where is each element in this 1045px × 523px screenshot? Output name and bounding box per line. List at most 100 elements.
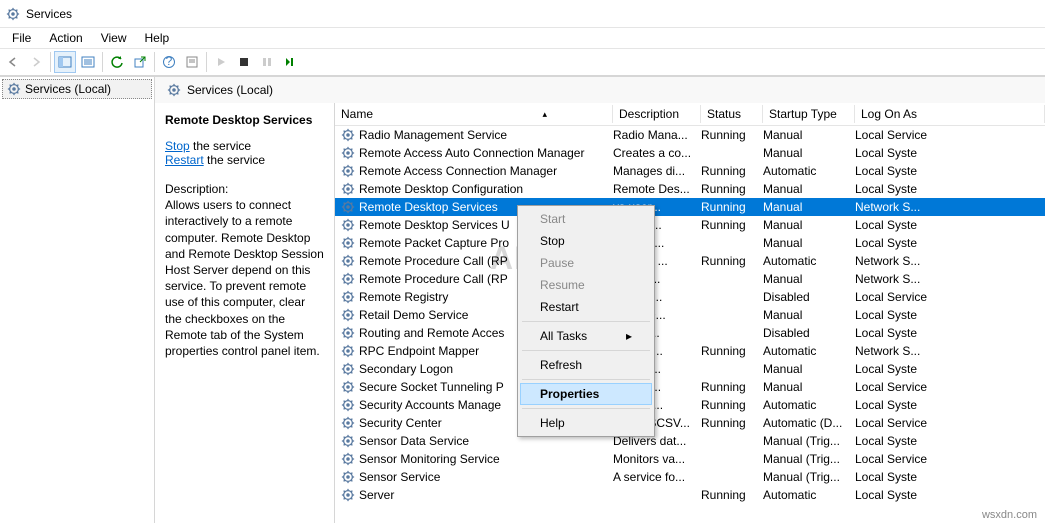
table-row[interactable]: Remote Desktop ConfigurationRemote Des..… [335, 180, 1045, 198]
description-label: Description: [165, 181, 324, 197]
service-status: Running [701, 380, 763, 394]
help-button[interactable]: ? [158, 51, 180, 73]
menu-restart[interactable]: Restart [520, 296, 652, 318]
menu-view[interactable]: View [93, 29, 135, 47]
service-logon: Local Syste [855, 434, 1045, 448]
description-body: Allows users to connect interactively to… [165, 197, 324, 359]
tree-root-item[interactable]: Services (Local) [2, 79, 152, 99]
col-header-startup[interactable]: Startup Type [763, 103, 855, 125]
export-button[interactable] [129, 51, 151, 73]
stop-service-link-row: Stop the service [165, 139, 324, 153]
menu-help[interactable]: Help [137, 29, 178, 47]
service-startup: Automatic [763, 254, 855, 268]
service-name: Remote Desktop Configuration [359, 182, 523, 196]
table-row[interactable]: Remote Packet Capture Provs to ca...Manu… [335, 234, 1045, 252]
stop-service-link[interactable]: Stop [165, 139, 190, 153]
gear-icon [341, 398, 355, 412]
service-status: Running [701, 218, 763, 232]
table-row[interactable]: Sensor ServiceA service fo...Manual (Tri… [335, 468, 1045, 486]
pause-service-button[interactable] [256, 51, 278, 73]
service-name: Retail Demo Service [359, 308, 468, 322]
gear-icon [341, 326, 355, 340]
table-row[interactable]: Security CenterThe WSCSV...RunningAutoma… [335, 414, 1045, 432]
service-status: Running [701, 398, 763, 412]
submenu-arrow-icon: ▸ [626, 329, 632, 343]
service-status: Running [701, 344, 763, 358]
service-logon: Network S... [855, 272, 1045, 286]
service-logon: Network S... [855, 344, 1045, 358]
table-row[interactable]: Remote Procedure Call (RPindows...Manual… [335, 270, 1045, 288]
col-header-logon[interactable]: Log On As [855, 103, 1045, 125]
forward-button[interactable] [25, 51, 47, 73]
menu-start[interactable]: Start [520, 208, 652, 230]
service-logon: Network S... [855, 254, 1045, 268]
menu-resume[interactable]: Resume [520, 274, 652, 296]
service-name-cell: Radio Management Service [341, 128, 613, 142]
menu-help[interactable]: Help [520, 412, 652, 434]
table-row[interactable]: Routing and Remote Accesrs routi...Disab… [335, 324, 1045, 342]
service-startup: Automatic (D... [763, 416, 855, 430]
refresh-button[interactable] [106, 51, 128, 73]
table-row[interactable]: Remote Access Connection ManagerManages … [335, 162, 1045, 180]
show-hide-tree-button[interactable] [54, 51, 76, 73]
menu-separator [522, 408, 650, 409]
col-header-status[interactable]: Status [701, 103, 763, 125]
gear-icon [341, 434, 355, 448]
service-desc: Creates a co... [613, 146, 701, 160]
menu-properties[interactable]: Properties [520, 383, 652, 405]
gear-icon [341, 488, 355, 502]
service-name: RPC Endpoint Mapper [359, 344, 479, 358]
back-button[interactable] [2, 51, 24, 73]
gear-icon [341, 470, 355, 484]
service-logon: Local Syste [855, 398, 1045, 412]
menu-refresh[interactable]: Refresh [520, 354, 652, 376]
table-row[interactable]: Radio Management ServiceRadio Mana...Run… [335, 126, 1045, 144]
menu-all-tasks[interactable]: All Tasks▸ [520, 325, 652, 347]
service-startup: Manual [763, 236, 855, 250]
description-block: Description: Allows users to connect int… [165, 181, 324, 359]
service-status: Running [701, 182, 763, 196]
service-startup: Manual [763, 218, 855, 232]
toolbar-separator [50, 52, 51, 72]
table-row[interactable]: Remote Desktop Servicesvs user...Running… [335, 198, 1045, 216]
service-logon: Local Syste [855, 488, 1045, 502]
service-name: Sensor Data Service [359, 434, 469, 448]
start-service-button[interactable] [210, 51, 232, 73]
gear-icon [341, 362, 355, 376]
table-row[interactable]: Sensor Data ServiceDelivers dat...Manual… [335, 432, 1045, 450]
service-logon: Local Service [855, 290, 1045, 304]
service-name: Remote Procedure Call (RP [359, 254, 508, 268]
gear-icon [341, 218, 355, 232]
table-row[interactable]: ServerRunningAutomaticLocal Syste [335, 486, 1045, 504]
service-name: Secondary Logon [359, 362, 453, 376]
service-logon: Local Syste [855, 362, 1045, 376]
table-row[interactable]: RPC Endpoint Mapperlves RP...RunningAuto… [335, 342, 1045, 360]
restart-service-button[interactable] [279, 51, 301, 73]
gear-icon [341, 308, 355, 322]
detail-pane-button[interactable] [77, 51, 99, 73]
col-header-name[interactable]: Name▴ [335, 103, 613, 125]
gear-icon [341, 416, 355, 430]
properties-button[interactable] [181, 51, 203, 73]
menu-pause[interactable]: Pause [520, 252, 652, 274]
menu-action[interactable]: Action [41, 29, 90, 47]
menu-stop[interactable]: Stop [520, 230, 652, 252]
table-row[interactable]: Secure Socket Tunneling Pides su...Runni… [335, 378, 1045, 396]
table-row[interactable]: Secondary Logonles star...ManualLocal Sy… [335, 360, 1045, 378]
table-row[interactable]: Retail Demo ServiceRetail D...ManualLoca… [335, 306, 1045, 324]
table-row[interactable]: Remote Access Auto Connection ManagerCre… [335, 144, 1045, 162]
table-row[interactable]: Remote Registryles rem...DisabledLocal S… [335, 288, 1045, 306]
table-row[interactable]: Security Accounts Managestartup ...Runni… [335, 396, 1045, 414]
col-header-description[interactable]: Description [613, 103, 701, 125]
restart-service-link[interactable]: Restart [165, 153, 204, 167]
menu-file[interactable]: File [4, 29, 39, 47]
service-name: Security Accounts Manage [359, 398, 501, 412]
sort-caret-icon: ▴ [542, 109, 547, 120]
stop-service-button[interactable] [233, 51, 255, 73]
table-row[interactable]: Sensor Monitoring ServiceMonitors va...M… [335, 450, 1045, 468]
service-logon: Local Syste [855, 236, 1045, 250]
service-name-cell: Remote Access Auto Connection Manager [341, 146, 613, 160]
table-row[interactable]: Remote Desktop Services Uvs the r...Runn… [335, 216, 1045, 234]
table-row[interactable]: Remote Procedure Call (RPRPCSS ...Runnin… [335, 252, 1045, 270]
service-startup: Manual [763, 200, 855, 214]
